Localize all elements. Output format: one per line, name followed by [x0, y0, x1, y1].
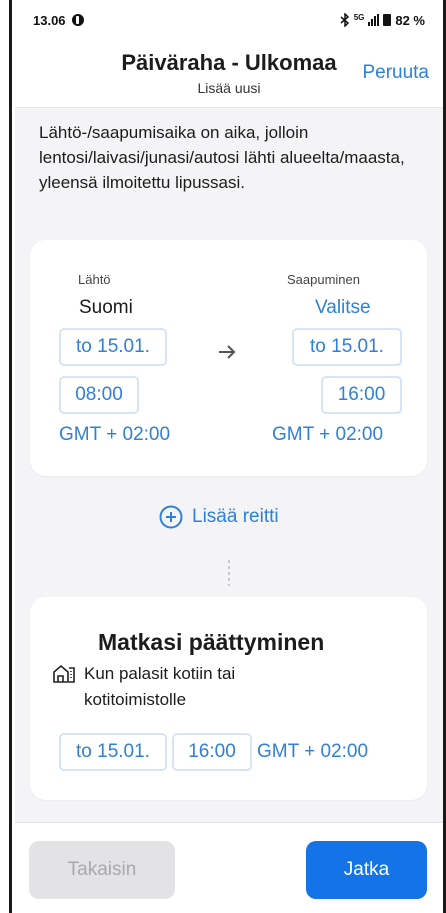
arrival-timezone[interactable]: GMT + 02:00 [272, 424, 383, 446]
battery-level: 82 % [395, 12, 425, 28]
network-label: 5G [353, 12, 365, 22]
bluetooth-icon [340, 13, 349, 27]
back-button[interactable]: Takaisin [29, 841, 175, 899]
arrival-country-select[interactable]: Valitse [315, 297, 371, 319]
add-route-button[interactable]: Lisää reitti [158, 504, 279, 530]
trip-end-title: Matkasi päättyminen [98, 629, 325, 655]
departure-label: Lähtö [78, 272, 111, 287]
info-text: Lähtö-/saapumisaika on aika, jolloin len… [39, 123, 405, 192]
trip-end-time-field[interactable]: 16:00 [172, 733, 252, 771]
next-button[interactable]: Jatka [306, 841, 427, 899]
app-screen: 13.06 5G 82 % Päiväraha - Ulkomaa Lisää … [15, 0, 443, 913]
status-time: 13.06 [33, 12, 66, 28]
route-card: Lähtö Suomi to 15.01. 08:00 GMT + 02:00 … [30, 240, 427, 476]
facebook-icon [71, 14, 84, 26]
departure-country[interactable]: Suomi [79, 297, 133, 319]
arrival-label: Saapuminen [287, 272, 360, 287]
arrival-time-field[interactable]: 16:00 [321, 376, 402, 414]
device-frame-left [0, 0, 12, 913]
signal-icon [368, 14, 380, 26]
departure-date-field[interactable]: to 15.01. [59, 328, 167, 366]
status-bar: 13.06 5G 82 % [15, 0, 443, 40]
battery-icon [383, 14, 392, 26]
home-office-icon [53, 664, 75, 683]
trip-end-card: Matkasi päättyminen Kun palasit kotiin t… [30, 597, 427, 800]
trip-end-timezone[interactable]: GMT + 02:00 [257, 741, 368, 763]
arrow-right-icon [219, 345, 236, 359]
plus-circle-icon [159, 505, 183, 529]
departure-timezone[interactable]: GMT + 02:00 [59, 424, 170, 446]
add-route-label: Lisää reitti [192, 506, 279, 527]
arrival-date-field[interactable]: to 15.01. [292, 328, 402, 366]
cancel-button[interactable]: Peruuta [362, 62, 429, 84]
departure-time-field[interactable]: 08:00 [59, 376, 139, 414]
footer-bar: Takaisin Jatka [15, 822, 443, 913]
route-connector [228, 560, 230, 586]
trip-end-date-field[interactable]: to 15.01. [59, 733, 167, 771]
trip-end-description: Kun palasit kotiin tai kotitoimistolle [84, 664, 236, 709]
app-header: Päiväraha - Ulkomaa Lisää uusi Peruuta [15, 40, 443, 108]
